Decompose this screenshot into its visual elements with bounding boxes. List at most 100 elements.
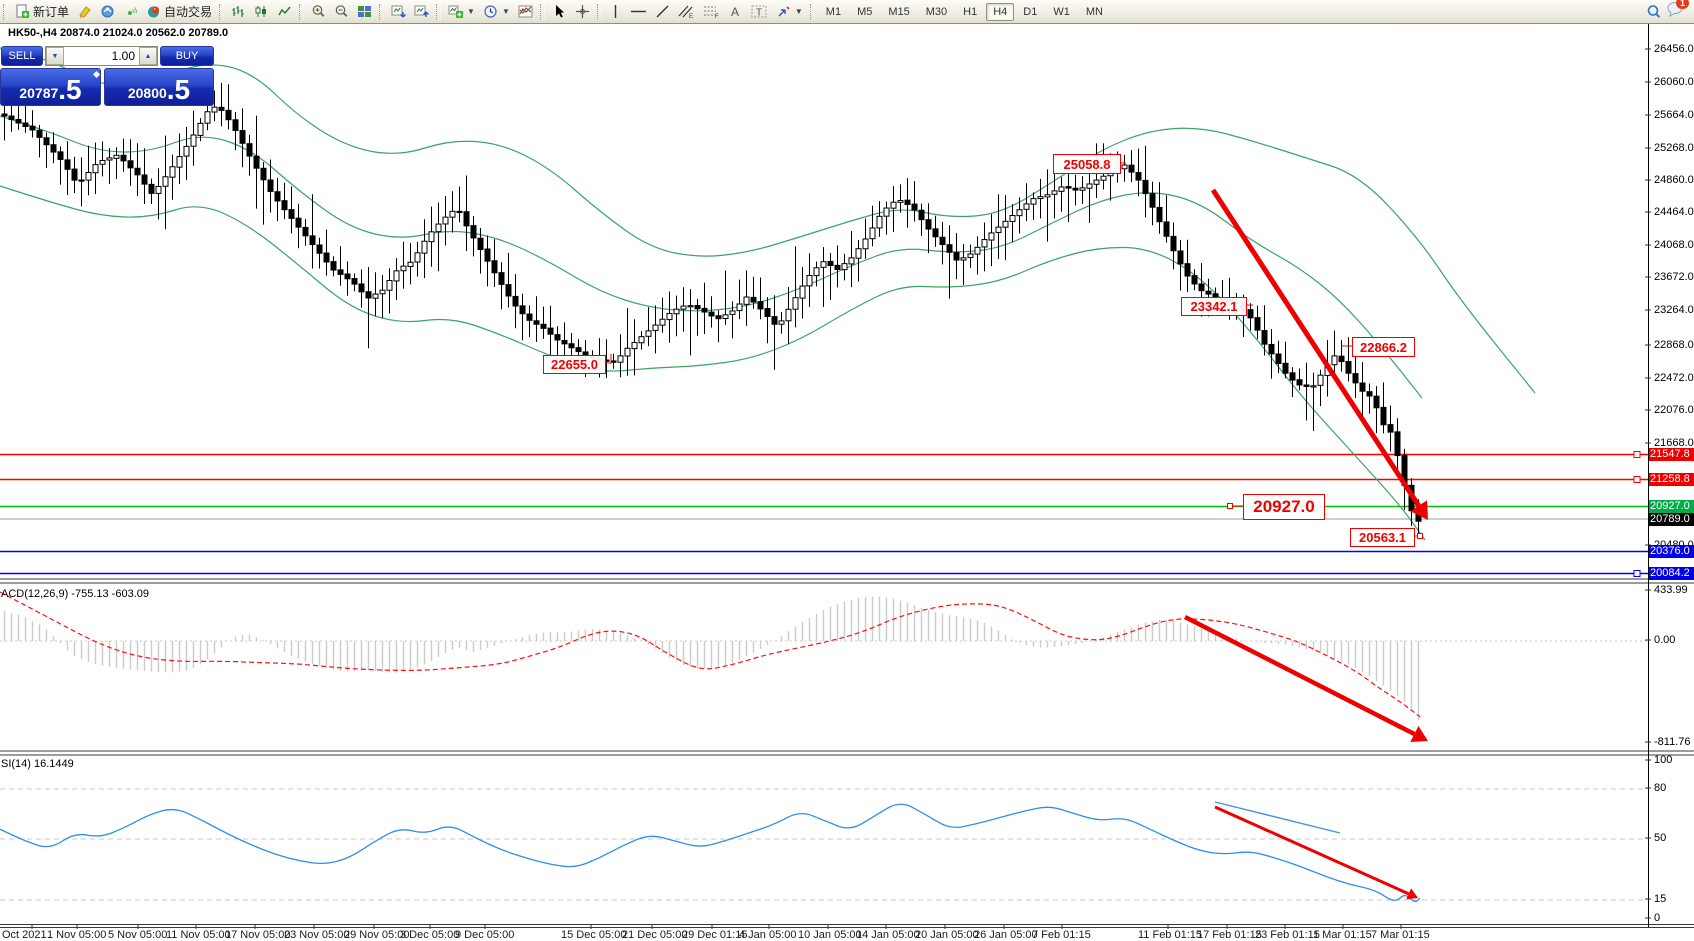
new-order-button[interactable]: 新订单 (12, 2, 72, 21)
time-axis-label: 29 Dec 01:15 (682, 929, 747, 941)
bar-chart-button[interactable] (228, 2, 249, 21)
volume-increase-button[interactable]: ▲ (139, 47, 157, 65)
equidistant-channel-icon: E (678, 4, 695, 19)
rsi-axis-label: 100 (1654, 754, 1672, 766)
main-panel[interactable] (0, 48, 1648, 574)
profile-previous-button[interactable] (388, 2, 409, 21)
price-annotation[interactable]: 20927.0 (1243, 494, 1325, 520)
candle-chart-button[interactable] (251, 2, 272, 21)
timeframe-button-d1[interactable]: D1 (1016, 3, 1044, 21)
macd-panel[interactable] (0, 592, 1648, 720)
trendline-icon (655, 4, 670, 19)
toolbar-grip[interactable] (810, 4, 815, 20)
period-button[interactable]: ▼ (480, 2, 513, 21)
fibonacci-tool-button[interactable]: F (700, 2, 723, 21)
profile-next-icon (414, 4, 429, 19)
timeframe-button-m5[interactable]: M5 (850, 3, 879, 21)
toolbar-grip[interactable] (436, 4, 441, 20)
zoom-out-button[interactable] (331, 2, 352, 21)
volume-input[interactable]: 1.00 (64, 47, 139, 65)
timeframe-button-h4[interactable]: H4 (986, 3, 1014, 21)
price-annotation[interactable]: 20563.1 (1350, 528, 1415, 547)
new-chart-icon (448, 4, 463, 19)
zoom-in-button[interactable] (308, 2, 329, 21)
new-order-label: 新订单 (33, 3, 69, 20)
timeframe-button-h1[interactable]: H1 (956, 3, 984, 21)
line-handle[interactable] (1634, 477, 1640, 483)
auto-trading-button[interactable]: 自动交易 (143, 2, 215, 21)
buy-price-box[interactable]: 20800.5 (104, 68, 214, 106)
volume-decrease-button[interactable]: ▼ (46, 47, 64, 65)
toolbar-grip[interactable] (299, 4, 304, 20)
text-tool-button[interactable]: A (725, 2, 746, 21)
horizontal-line-tool-button[interactable] (627, 2, 650, 21)
toolbar-grip[interactable] (3, 4, 8, 20)
publisher-icon (100, 4, 115, 19)
time-axis-label: 9 Dec 05:00 (455, 929, 514, 941)
timeframe-button-m1[interactable]: M1 (819, 3, 848, 21)
dropdown-caret-icon: ▼ (795, 7, 803, 16)
toolbar-grip[interactable] (379, 4, 384, 20)
line-chart-button[interactable] (274, 2, 295, 21)
vertical-line-tool-button[interactable] (606, 2, 625, 21)
timeframe-button-w1[interactable]: W1 (1046, 3, 1077, 21)
price-tick-label: 23264.0 (1654, 304, 1694, 316)
new-chart-button[interactable]: ▼ (445, 2, 478, 21)
dropdown-caret-icon: ▼ (502, 7, 510, 16)
cursor-tool-button[interactable] (549, 2, 570, 21)
price-tick-label: 26456.0 (1654, 43, 1694, 55)
trend-arrow[interactable] (1215, 807, 1409, 894)
price-tag: 21258.8 (1649, 473, 1694, 486)
price-annotation[interactable]: 23342.1 (1181, 297, 1247, 316)
marker-button[interactable] (74, 2, 95, 21)
toolbar-grip[interactable] (597, 4, 602, 20)
time-axis-label: 5 Nov 05:00 (108, 929, 167, 941)
timeframe-button-m15[interactable]: M15 (881, 3, 916, 21)
buy-button[interactable]: BUY (160, 46, 214, 66)
line-handle[interactable] (1634, 571, 1640, 577)
time-axis-label: 1 Mar 01:15 (1313, 929, 1372, 941)
timeframe-button-m30[interactable]: M30 (919, 3, 954, 21)
price-annotation[interactable]: 25058.8 (1053, 154, 1121, 174)
rsi-axis-label: 50 (1654, 832, 1666, 844)
main-toolbar: 新订单 自动交易 ▼ ▼ (0, 0, 1694, 24)
bollinger-lower-band (0, 186, 1425, 540)
line-handle[interactable] (1634, 452, 1640, 458)
cursor-icon (552, 4, 567, 19)
equidistant-channel-tool-button[interactable]: E (675, 2, 698, 21)
crosshair-tool-button[interactable] (572, 2, 593, 21)
zoom-out-icon (334, 4, 349, 19)
trendline-tool-button[interactable] (652, 2, 673, 21)
auto-trading-icon (146, 4, 161, 19)
toolbar-grip[interactable] (540, 4, 545, 20)
annotation-handle[interactable] (1228, 504, 1233, 509)
annotation-handle[interactable] (1418, 534, 1423, 539)
rsi-trendline[interactable] (1215, 802, 1340, 833)
time-axis-label: 7 Mar 01:15 (1371, 929, 1430, 941)
chart-canvas[interactable] (0, 0, 1694, 940)
time-axis-label: 3 Dec 05:00 (400, 929, 459, 941)
trend-arrow[interactable] (1185, 617, 1414, 734)
volume-stepper: ▼ 1.00 ▲ (45, 46, 158, 66)
timeframe-button-mn[interactable]: MN (1079, 3, 1110, 21)
indicators-button[interactable] (515, 2, 536, 21)
signal-button[interactable] (120, 2, 141, 21)
text-icon: A (728, 4, 743, 19)
price-annotation[interactable]: 22866.2 (1352, 337, 1415, 357)
search-button[interactable] (1643, 2, 1665, 21)
chat-button[interactable]: 1 (1666, 1, 1684, 22)
rsi-panel[interactable] (0, 789, 1648, 901)
sell-button[interactable]: SELL (1, 46, 43, 66)
price-tag: 20084.2 (1649, 567, 1694, 580)
time-axis-label: 7 Feb 01:15 (1032, 929, 1091, 941)
publisher-button[interactable] (97, 2, 118, 21)
tile-windows-button[interactable] (354, 2, 375, 21)
notification-badge: 1 (1676, 0, 1689, 9)
arrows-tool-button[interactable]: ▼ (773, 2, 806, 21)
profile-next-button[interactable] (411, 2, 432, 21)
toolbar-grip[interactable] (219, 4, 224, 20)
horizontal-line-icon (630, 4, 647, 19)
sell-price-box[interactable]: 20787.5 (0, 68, 101, 106)
text-label-tool-button[interactable]: T (748, 2, 771, 21)
price-annotation[interactable]: 22655.0 (543, 355, 606, 374)
